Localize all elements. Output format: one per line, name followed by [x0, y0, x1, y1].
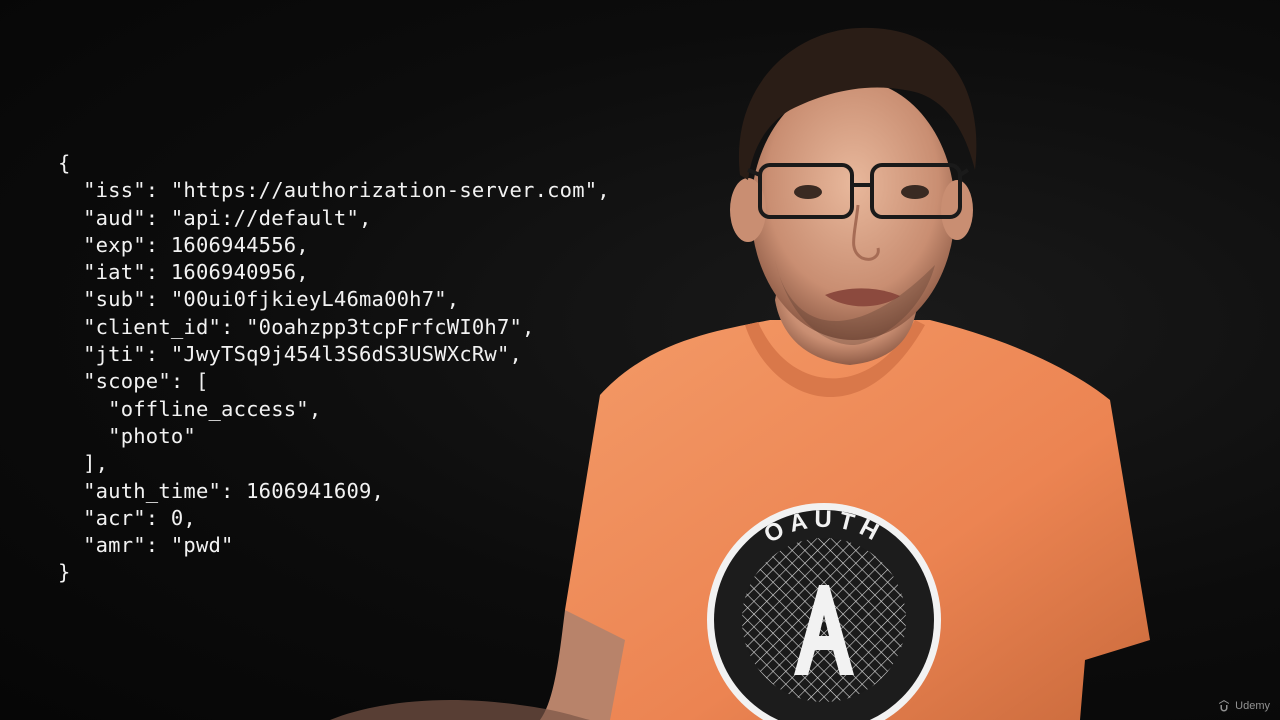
code-line: "client_id": "0oahzpp3tcpFrfcWI0h7", — [58, 314, 535, 339]
jwt-payload-code: { "iss": "https://authorization-server.c… — [58, 150, 610, 587]
code-line: { — [58, 151, 71, 175]
code-line: "photo" — [58, 423, 196, 448]
udemy-watermark: Udemy — [1218, 700, 1270, 712]
code-line: "acr": 0, — [58, 505, 196, 530]
svg-text:OAUTH: OAUTH — [760, 506, 889, 549]
code-line: "iss": "https://authorization-server.com… — [58, 178, 610, 203]
code-line: "offline_access", — [58, 396, 322, 421]
code-line: "auth_time": 1606941609, — [58, 478, 385, 503]
code-line: "amr": "pwd" — [58, 533, 234, 558]
code-line: "jti": "JwyTSq9j454l3S6dS3USWXcRw", — [58, 342, 523, 367]
video-frame: OAUTH { "iss": "https://authorization-se… — [0, 0, 1280, 720]
code-line: } — [58, 560, 71, 585]
code-line: "aud": "api://default", — [58, 205, 372, 230]
code-line: "scope": [ — [58, 369, 209, 394]
code-line: "exp": 1606944556, — [58, 232, 309, 257]
code-line: "iat": 1606940956, — [58, 260, 309, 285]
watermark-text: Udemy — [1235, 700, 1270, 712]
code-line: ], — [58, 451, 109, 476]
code-line: "sub": "00ui0fjkieyL46ma00h7", — [58, 287, 460, 312]
udemy-logo-icon — [1219, 700, 1230, 712]
logo-top-text: OAUTH — [760, 506, 883, 549]
